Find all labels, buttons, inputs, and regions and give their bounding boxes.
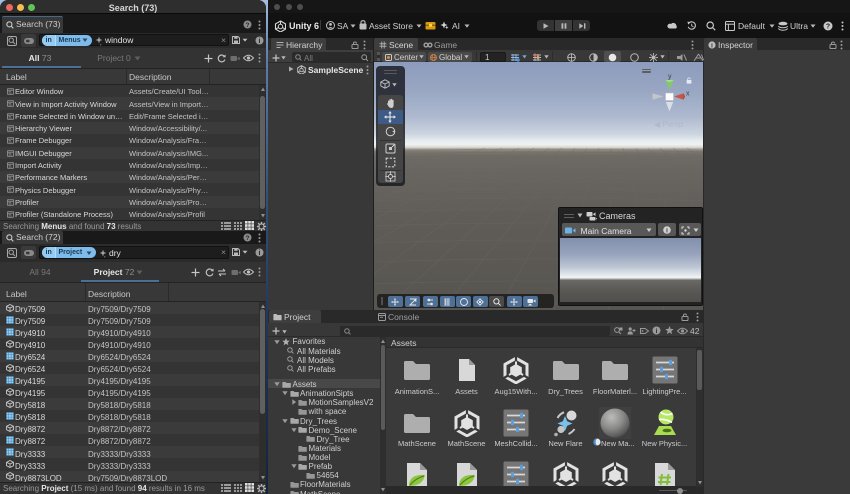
svg-text:?: ? bbox=[246, 22, 250, 29]
svg-text:i: i bbox=[259, 38, 261, 45]
svg-text:y: y bbox=[668, 74, 672, 81]
svg-text:?: ? bbox=[246, 235, 250, 242]
svg-text:i: i bbox=[259, 250, 261, 257]
svg-text:?: ? bbox=[826, 23, 830, 30]
svg-text:i: i bbox=[656, 328, 658, 335]
svg-text:x: x bbox=[686, 91, 690, 98]
